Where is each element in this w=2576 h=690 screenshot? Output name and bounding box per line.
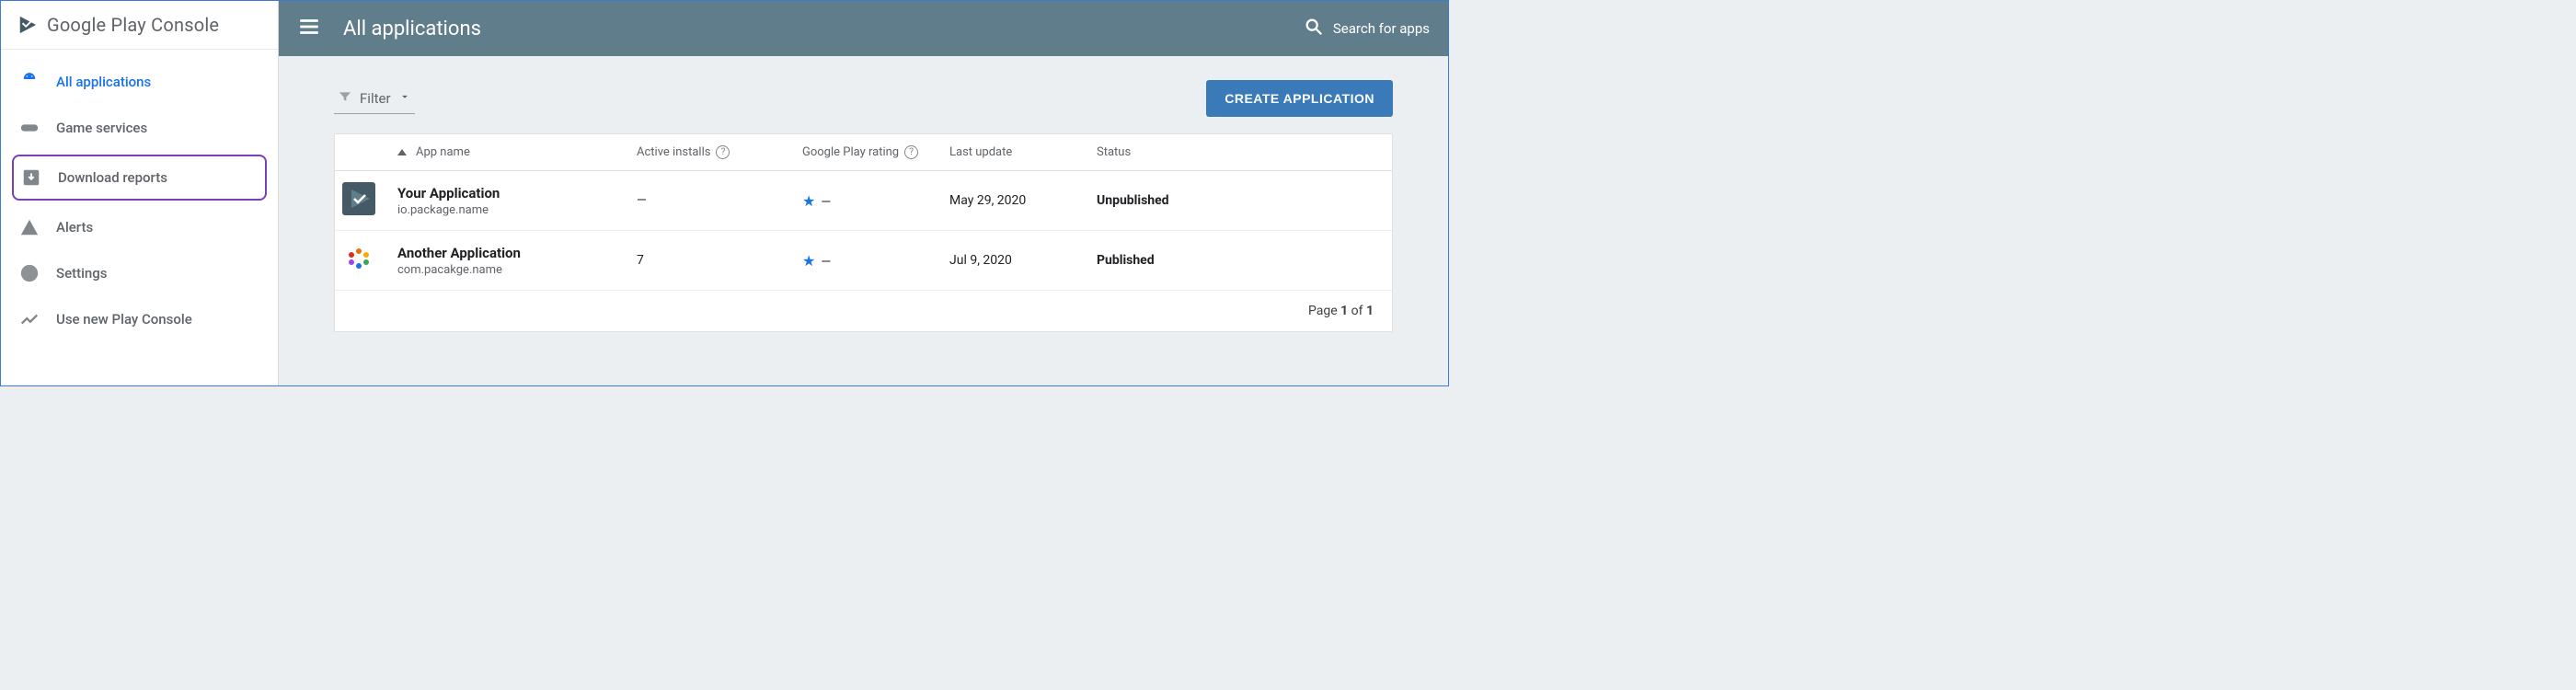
sidebar-nav: All applications Game services Download … [1,50,278,351]
sidebar-item-alerts[interactable]: Alerts [1,204,278,250]
toolbar: Filter CREATE APPLICATION [334,80,1393,117]
topbar: All applications Search for apps [279,1,1448,56]
sidebar-item-label: Game services [56,120,147,136]
app-icon [342,182,375,215]
pagination: Page 1 of 1 [335,291,1392,331]
main: All applications Search for apps Filter [279,1,1448,385]
gear-icon [19,263,40,283]
content: Filter CREATE APPLICATION App name Activ… [279,56,1448,356]
sidebar-item-label: Use new Play Console [56,311,192,328]
app-package: com.pacakge.name [397,263,637,277]
sidebar-item-label: Settings [56,265,108,282]
search-button[interactable]: Search for apps [1304,17,1430,40]
filter-icon [338,89,352,108]
play-console-logo-icon [17,15,38,35]
app-name-cell: Another Application com.pacakge.name [397,245,637,277]
table-row[interactable]: Another Application com.pacakge.name 7 ★… [335,231,1392,291]
sidebar-item-label: All applications [56,74,151,90]
gamepad-icon [19,118,40,138]
last-update-cell: Jul 9, 2020 [949,253,1097,268]
status-cell: Unpublished [1097,193,1377,208]
create-application-button[interactable]: CREATE APPLICATION [1206,80,1393,117]
filter-label: Filter [360,90,391,107]
active-installs-cell: 7 [637,253,802,268]
star-icon: ★ [802,252,815,270]
sidebar-item-download-reports[interactable]: Download reports [12,155,267,201]
star-icon: ★ [802,192,815,210]
help-icon[interactable]: ? [904,145,918,159]
table-header: App name Active installs ? Google Play r… [335,134,1392,171]
app-name: Another Application [397,245,637,261]
logo-text: Google Play Console [47,14,219,36]
app-name-cell: Your Application io.package.name [397,185,637,217]
chevron-down-icon [398,90,411,107]
logo: Google Play Console [1,1,278,50]
app-icon-cell [342,182,397,219]
sidebar-item-all-applications[interactable]: All applications [1,59,278,105]
col-last-update[interactable]: Last update [949,145,1097,159]
search-label: Search for apps [1333,20,1430,37]
col-rating[interactable]: Google Play rating ? [802,145,949,159]
status-cell: Published [1097,253,1377,268]
sidebar: Google Play Console All applications Gam… [1,1,279,385]
table-row[interactable]: Your Application io.package.name — ★— Ma… [335,171,1392,231]
sidebar-item-use-new-console[interactable]: Use new Play Console [1,296,278,342]
active-installs-cell: — [637,193,802,208]
sidebar-item-game-services[interactable]: Game services [1,105,278,151]
rating-cell: ★— [802,252,949,270]
sidebar-item-label: Alerts [56,219,93,236]
menu-icon[interactable] [297,15,321,42]
page-title: All applications [343,17,1304,40]
last-update-cell: May 29, 2020 [949,193,1097,208]
search-icon [1304,17,1324,40]
alert-icon [19,217,40,237]
sidebar-item-settings[interactable]: Settings [1,250,278,296]
download-icon [21,167,41,188]
app-name: Your Application [397,185,637,201]
app-icon [342,242,375,275]
chart-line-icon [19,309,40,329]
col-active-installs[interactable]: Active installs ? [637,145,802,159]
filter-dropdown[interactable]: Filter [334,84,415,114]
android-icon [19,72,40,92]
sidebar-item-label: Download reports [58,169,167,186]
help-icon[interactable]: ? [716,145,730,159]
rating-cell: ★— [802,192,949,210]
col-status[interactable]: Status [1097,145,1377,159]
app-package: io.package.name [397,203,637,217]
app-icon-cell [342,242,397,279]
sort-asc-icon [397,149,407,155]
col-app-name[interactable]: App name [397,145,637,159]
applications-table: App name Active installs ? Google Play r… [334,133,1393,332]
